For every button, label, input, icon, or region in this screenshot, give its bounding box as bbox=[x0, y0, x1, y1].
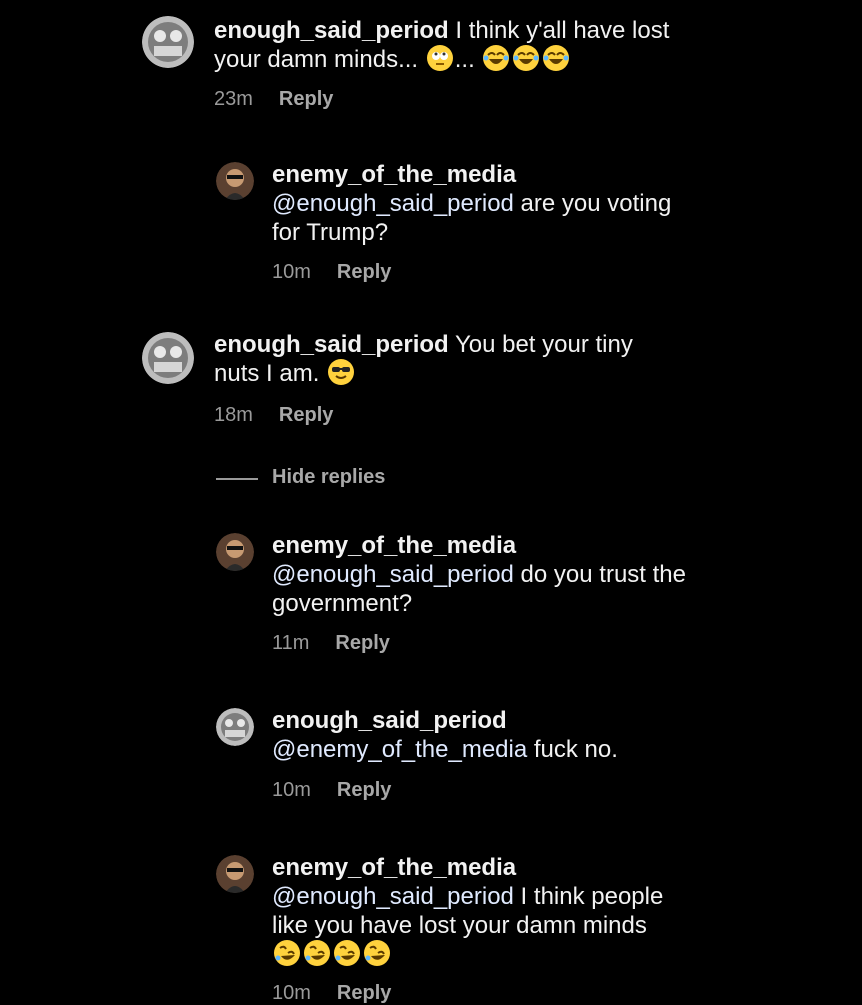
comment-mention[interactable]: @enemy_of_the_media bbox=[272, 736, 527, 763]
comment-text: enough_said_period You bet your tiny nut… bbox=[214, 330, 684, 388]
comment-meta: 23m Reply bbox=[214, 88, 333, 111]
comment-text: enemy_of_the_media @enough_said_period a… bbox=[272, 160, 692, 247]
comment-ellipsis: ... bbox=[454, 46, 475, 73]
comment-time: 11m bbox=[272, 632, 310, 654]
comment-time: 10m bbox=[272, 779, 311, 801]
rofl-emoji-icon bbox=[274, 940, 300, 966]
comment-meta: 10m Reply bbox=[272, 982, 391, 1005]
comment-meta: 11m Reply bbox=[272, 632, 390, 655]
joy-emoji-icon bbox=[483, 45, 510, 71]
comment-username[interactable]: enough_said_period bbox=[214, 331, 449, 358]
joy-emoji-icon bbox=[513, 45, 540, 71]
sunglasses-emoji-icon bbox=[328, 359, 355, 385]
avatar[interactable] bbox=[216, 533, 254, 571]
reply-button[interactable]: Reply bbox=[335, 632, 389, 654]
comment-mention[interactable]: @enough_said_period bbox=[272, 190, 514, 217]
avatar[interactable] bbox=[216, 708, 254, 746]
comment-time: 18m bbox=[214, 404, 253, 426]
comment-text: enough_said_period @enemy_of_the_media f… bbox=[272, 706, 692, 764]
comment-body: fuck no. bbox=[527, 736, 618, 763]
comment-username[interactable]: enough_said_period bbox=[214, 17, 449, 44]
joy-emoji-icon bbox=[543, 45, 570, 71]
comment-text: enemy_of_the_media @enough_said_period I… bbox=[272, 853, 702, 969]
rofl-emoji-icon bbox=[304, 940, 330, 966]
hide-replies-divider bbox=[216, 478, 258, 480]
reply-button[interactable]: Reply bbox=[279, 88, 333, 110]
comment-mention[interactable]: @enough_said_period bbox=[272, 883, 514, 910]
rofl-emoji-icon bbox=[364, 940, 390, 966]
hide-replies-button[interactable]: Hide replies bbox=[272, 466, 385, 489]
comment-meta: 10m Reply bbox=[272, 261, 391, 284]
comment-text: enemy_of_the_media @enough_said_period d… bbox=[272, 531, 692, 618]
reply-button[interactable]: Reply bbox=[337, 982, 391, 1004]
comment-time: 10m bbox=[272, 982, 311, 1004]
comment-username[interactable]: enemy_of_the_media bbox=[272, 161, 516, 188]
rolling-eyes-emoji-icon bbox=[426, 45, 453, 71]
avatar[interactable] bbox=[142, 16, 194, 68]
reply-button[interactable]: Reply bbox=[337, 261, 391, 283]
avatar[interactable] bbox=[216, 162, 254, 200]
comment-meta: 10m Reply bbox=[272, 779, 391, 802]
rofl-emoji-icon bbox=[334, 940, 360, 966]
comment-mention[interactable]: @enough_said_period bbox=[272, 561, 514, 588]
reply-button[interactable]: Reply bbox=[279, 404, 333, 426]
comment-time: 10m bbox=[272, 261, 311, 283]
comment-time: 23m bbox=[214, 88, 253, 110]
reply-button[interactable]: Reply bbox=[337, 779, 391, 801]
avatar[interactable] bbox=[142, 332, 194, 384]
comment-meta: 18m Reply bbox=[214, 404, 333, 427]
avatar[interactable] bbox=[216, 855, 254, 893]
comment-text: enough_said_period I think y'all have lo… bbox=[214, 16, 674, 74]
comment-username[interactable]: enemy_of_the_media bbox=[272, 854, 516, 881]
comment-username[interactable]: enemy_of_the_media bbox=[272, 532, 516, 559]
comment-username[interactable]: enough_said_period bbox=[272, 707, 507, 734]
